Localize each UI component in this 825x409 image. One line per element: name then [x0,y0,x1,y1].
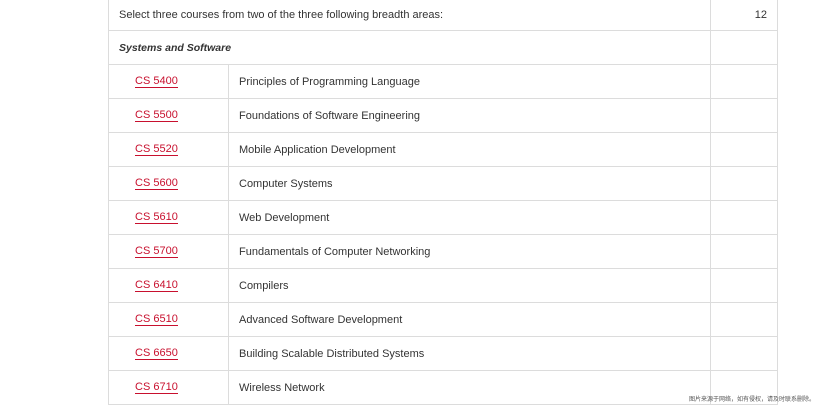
course-credit-cell [710,337,777,370]
course-code-link[interactable]: CS 5400 [135,75,178,88]
course-title: Principles of Programming Language [239,75,420,88]
course-title: Building Scalable Distributed Systems [239,347,425,360]
course-code-cell: CS 5610 [109,201,229,234]
section-title: Systems and Software [119,41,232,54]
section-credit-cell [710,31,777,64]
table-row: CS 5600 Computer Systems [109,167,777,201]
course-credit-cell [710,167,777,200]
course-code-link[interactable]: CS 6650 [135,347,178,360]
course-credit-cell [710,303,777,336]
breadth-intro-row: Select three courses from two of the thr… [109,0,777,31]
course-code-link[interactable]: CS 5500 [135,109,178,122]
course-code-link[interactable]: CS 5610 [135,211,178,224]
course-credit-cell [710,201,777,234]
course-code-cell: CS 6710 [109,371,229,404]
course-code-link[interactable]: CS 6710 [135,381,178,394]
course-code-link[interactable]: CS 5520 [135,143,178,156]
course-code-cell: CS 6650 [109,337,229,370]
course-code-cell: CS 6410 [109,269,229,302]
course-credit-cell [710,235,777,268]
course-title: Mobile Application Development [239,143,396,156]
course-table: Select three courses from two of the thr… [108,0,778,405]
course-title: Fundamentals of Computer Networking [239,245,431,258]
table-row: CS 5520 Mobile Application Development [109,133,777,167]
course-credit-cell [710,133,777,166]
table-row: CS 6710 Wireless Network [109,371,777,405]
course-credit-cell [710,269,777,302]
course-title: Wireless Network [239,381,325,394]
course-credit-cell [710,65,777,98]
table-row: CS 5500 Foundations of Software Engineeri… [109,99,777,133]
table-row: CS 5700 Fundamentals of Computer Networki… [109,235,777,269]
course-code-link[interactable]: CS 6510 [135,313,178,326]
course-title: Foundations of Software Engineering [239,109,421,122]
course-code-link[interactable]: CS 5600 [135,177,178,190]
course-code-cell: CS 5700 [109,235,229,268]
table-row: CS 6650 Building Scalable Distributed Sys… [109,337,777,371]
course-title: Compilers [239,279,289,292]
course-credit-cell [710,99,777,132]
section-header-row: Systems and Software [109,31,777,65]
course-code-cell: CS 5520 [109,133,229,166]
credit-hours: 12 [710,0,777,30]
breadth-intro-text: Select three courses from two of the thr… [119,9,444,21]
table-row: CS 5610 Web Development [109,201,777,235]
table-row: CS 6510 Advanced Software Development [109,303,777,337]
watermark: 图片来源于网络，如有侵权，请及时联系删除。 [688,396,815,403]
course-code-cell: CS 5400 [109,65,229,98]
course-title: Advanced Software Development [239,313,403,326]
course-title: Computer Systems [239,177,333,190]
table-row: CS 6410 Compilers [109,269,777,303]
course-code-link[interactable]: CS 5700 [135,245,178,258]
course-code-cell: CS 6510 [109,303,229,336]
course-list: CS 5400 Principles of Programming Languag… [109,65,777,405]
table-row: CS 5400 Principles of Programming Languag… [109,65,777,99]
course-code-link[interactable]: CS 6410 [135,279,178,292]
course-code-cell: CS 5500 [109,99,229,132]
course-title: Web Development [239,211,330,224]
course-code-cell: CS 5600 [109,167,229,200]
